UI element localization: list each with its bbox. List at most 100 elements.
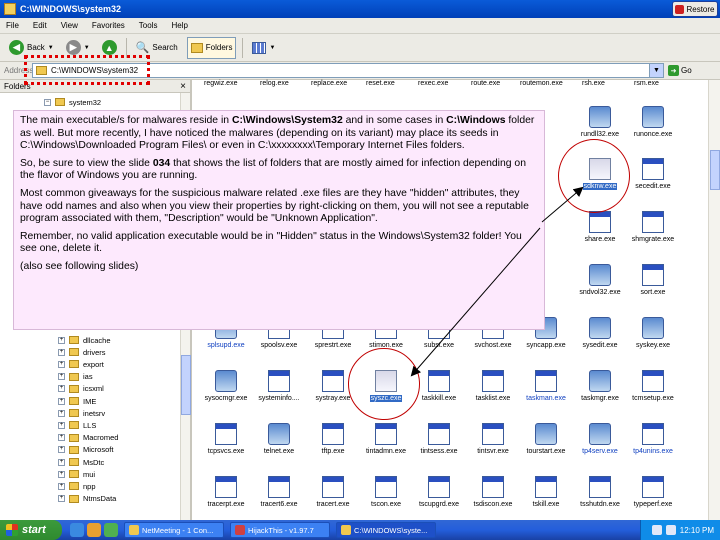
file-label[interactable]: relog.exe [260, 80, 289, 87]
task-netmeeting[interactable]: NetMeeting - 1 Con... [124, 522, 224, 538]
tree-item[interactable]: + mui [58, 468, 95, 480]
expand-icon[interactable]: + [58, 397, 65, 405]
file-label: tracert6.exe [260, 501, 298, 508]
file-item[interactable]: tscupgrd.exe [411, 470, 467, 522]
file-label[interactable]: routemon.exe [520, 80, 563, 87]
file-label[interactable]: rexec.exe [418, 80, 448, 87]
file-item[interactable]: tintsvr.exe [465, 417, 521, 469]
file-label[interactable]: rsm.exe [634, 80, 659, 87]
expand-icon[interactable]: + [58, 446, 65, 454]
tree-item[interactable]: + export [58, 358, 104, 370]
menu-help[interactable]: Help [171, 21, 187, 30]
tree-item[interactable]: + Macromed [58, 432, 118, 444]
file-label[interactable]: replace.exe [311, 80, 347, 87]
file-item[interactable]: tsdiscon.exe [465, 470, 521, 522]
expand-icon[interactable]: + [58, 458, 65, 466]
file-item[interactable]: tscon.exe [358, 470, 414, 522]
tree-item-system32[interactable]: − system32 [44, 96, 101, 108]
file-item[interactable]: tcpsvcs.exe [198, 417, 254, 469]
file-item[interactable]: sysedit.exe [572, 311, 628, 363]
restore-button[interactable]: Restore [672, 1, 718, 17]
file-item[interactable]: systeminfo.... [251, 364, 307, 416]
task-explorer[interactable]: C:\WINDOWS\syste... [336, 522, 436, 538]
tree-item[interactable]: + npp [58, 480, 96, 492]
file-item[interactable]: tftp.exe [305, 417, 361, 469]
task-hijackthis[interactable]: HijackThis - v1.97.7 [230, 522, 330, 538]
tree-item[interactable]: + dllcache [58, 334, 111, 346]
views-button[interactable]: ▼ [249, 37, 278, 59]
file-item[interactable]: sysocmgr.exe [198, 364, 254, 416]
go-button[interactable]: ➜ Go [668, 65, 692, 76]
tree-item[interactable]: + Microsoft [58, 444, 113, 456]
file-item[interactable]: tracert.exe [305, 470, 361, 522]
tree-item[interactable]: + icsxml [58, 383, 104, 395]
file-label[interactable]: regwiz.exe [204, 80, 237, 87]
file-list-scrollbar-thumb[interactable] [710, 150, 720, 190]
file-item[interactable]: tracerpt.exe [198, 470, 254, 522]
file-item[interactable]: tintadmn.exe [358, 417, 414, 469]
close-icon[interactable]: × [180, 81, 186, 92]
file-item[interactable]: tp4unins.exe [625, 417, 681, 469]
collapse-icon[interactable]: − [44, 98, 51, 106]
tree-item[interactable]: + NtmsData [58, 493, 116, 505]
tree-item[interactable]: + inetsrv [58, 407, 105, 419]
file-item[interactable]: tsshutdn.exe [572, 470, 628, 522]
file-item[interactable]: sort.exe [625, 258, 681, 310]
expand-icon[interactable]: + [58, 482, 65, 490]
file-item[interactable]: tp4serv.exe [572, 417, 628, 469]
expand-icon[interactable]: + [58, 360, 65, 368]
file-item[interactable]: sndvol32.exe [572, 258, 628, 310]
expand-icon[interactable]: + [58, 470, 65, 478]
expand-icon[interactable]: + [58, 495, 65, 503]
file-item[interactable]: runonce.exe [625, 100, 681, 152]
menu-file[interactable]: File [6, 21, 19, 30]
media-icon[interactable] [87, 523, 101, 537]
menu-tools[interactable]: Tools [139, 21, 158, 30]
expand-icon[interactable]: + [58, 336, 65, 344]
file-item[interactable]: tcmsetup.exe [625, 364, 681, 416]
folders-button[interactable]: Folders [186, 36, 237, 59]
file-item[interactable]: tasklist.exe [465, 364, 521, 416]
address-dropdown-icon[interactable]: ▼ [649, 64, 663, 77]
tray-network-icon[interactable] [651, 525, 662, 535]
file-item[interactable]: syskey.exe [625, 311, 681, 363]
tray-volume-icon[interactable] [665, 525, 676, 535]
file-item[interactable]: tskill.exe [518, 470, 574, 522]
forward-dropdown-icon[interactable]: ▼ [84, 45, 90, 51]
menu-favorites[interactable]: Favorites [92, 21, 125, 30]
expand-icon[interactable]: + [58, 421, 65, 429]
file-item[interactable]: tracert6.exe [251, 470, 307, 522]
tree-item[interactable]: + LLS [58, 419, 96, 431]
file-item[interactable]: taskmgr.exe [572, 364, 628, 416]
desktop-icon[interactable] [104, 523, 118, 537]
expand-icon[interactable]: + [58, 348, 65, 356]
file-item[interactable]: taskman.exe [518, 364, 574, 416]
expand-icon[interactable]: + [58, 409, 65, 417]
expand-icon[interactable]: + [58, 434, 65, 442]
file-item[interactable]: tourstart.exe [518, 417, 574, 469]
tree-item[interactable]: + MsDtc [58, 456, 104, 468]
menu-edit[interactable]: Edit [33, 21, 47, 30]
start-button[interactable]: start [0, 520, 62, 540]
file-list-scrollbar[interactable] [708, 80, 720, 520]
file-item[interactable]: share.exe [572, 205, 628, 257]
file-label: tcmsetup.exe [632, 395, 674, 402]
tree-item[interactable]: + drivers [58, 346, 106, 358]
file-item[interactable]: shmgrate.exe [625, 205, 681, 257]
menu-view[interactable]: View [61, 21, 78, 30]
file-label[interactable]: rsh.exe [582, 80, 605, 87]
ie-icon[interactable] [70, 523, 84, 537]
expand-icon[interactable]: + [58, 373, 65, 381]
folder-icon [69, 336, 79, 344]
file-label[interactable]: reset.exe [366, 80, 395, 87]
tree-item[interactable]: + ias [58, 371, 93, 383]
file-item[interactable]: secedit.exe [625, 152, 681, 204]
file-item[interactable]: tintsess.exe [411, 417, 467, 469]
back-dropdown-icon[interactable]: ▼ [48, 45, 54, 51]
file-label[interactable]: route.exe [471, 80, 500, 87]
file-item[interactable]: telnet.exe [251, 417, 307, 469]
file-item[interactable]: typeperf.exe [625, 470, 681, 522]
expand-icon[interactable]: + [58, 385, 65, 393]
folders-scrollbar-thumb[interactable] [181, 355, 191, 415]
tree-item[interactable]: + IME [58, 395, 96, 407]
